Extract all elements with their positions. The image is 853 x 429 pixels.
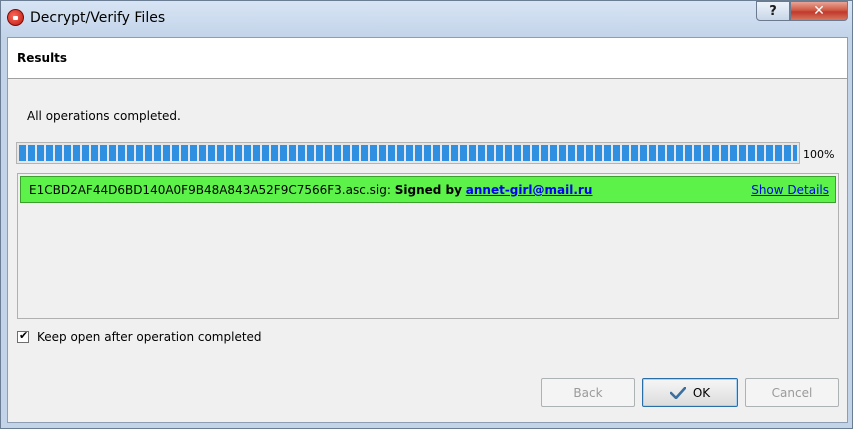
signed-by-label: Signed by bbox=[394, 183, 462, 197]
ok-button-label: OK bbox=[692, 385, 711, 400]
progress-fill bbox=[19, 145, 797, 161]
cancel-button[interactable]: Cancel bbox=[745, 378, 839, 407]
dialog-content: Results All operations completed. 100% E… bbox=[7, 37, 848, 423]
keep-open-label: Keep open after operation completed bbox=[37, 330, 262, 344]
show-details-link[interactable]: Show Details bbox=[751, 183, 829, 197]
result-summary: E1CBD2AF44D6BD140A0F9B48A843A52F9C7566F3… bbox=[29, 183, 592, 197]
page-title: Results bbox=[17, 51, 68, 65]
status-text: All operations completed. bbox=[27, 109, 181, 123]
keep-open-option[interactable]: Keep open after operation completed bbox=[17, 329, 262, 344]
help-button[interactable]: ? bbox=[756, 1, 790, 21]
window-title: Decrypt/Verify Files bbox=[30, 10, 166, 26]
kleopatra-icon bbox=[7, 9, 24, 26]
signer-email-link[interactable]: annet-girl@mail.ru bbox=[466, 183, 593, 197]
page-header: Results bbox=[8, 38, 847, 79]
result-row[interactable]: E1CBD2AF44D6BD140A0F9B48A843A52F9C7566F3… bbox=[20, 176, 836, 203]
checkmark-icon bbox=[669, 386, 686, 399]
results-list[interactable]: E1CBD2AF44D6BD140A0F9B48A843A52F9C7566F3… bbox=[17, 173, 839, 319]
ok-button[interactable]: OK bbox=[642, 378, 738, 407]
back-button-label: Back bbox=[573, 385, 603, 400]
title-bar[interactable]: Decrypt/Verify Files ? ✕ bbox=[1, 1, 852, 35]
dialog-window: Decrypt/Verify Files ? ✕ Results All ope… bbox=[0, 0, 853, 429]
cancel-button-label: Cancel bbox=[771, 385, 813, 400]
result-filename: E1CBD2AF44D6BD140A0F9B48A843A52F9C7566F3… bbox=[29, 183, 391, 197]
progress-bar bbox=[16, 142, 800, 164]
keep-open-checkbox[interactable] bbox=[17, 329, 29, 343]
close-button[interactable]: ✕ bbox=[790, 1, 848, 21]
progress-percent: 100% bbox=[803, 148, 835, 161]
back-button[interactable]: Back bbox=[541, 378, 635, 407]
